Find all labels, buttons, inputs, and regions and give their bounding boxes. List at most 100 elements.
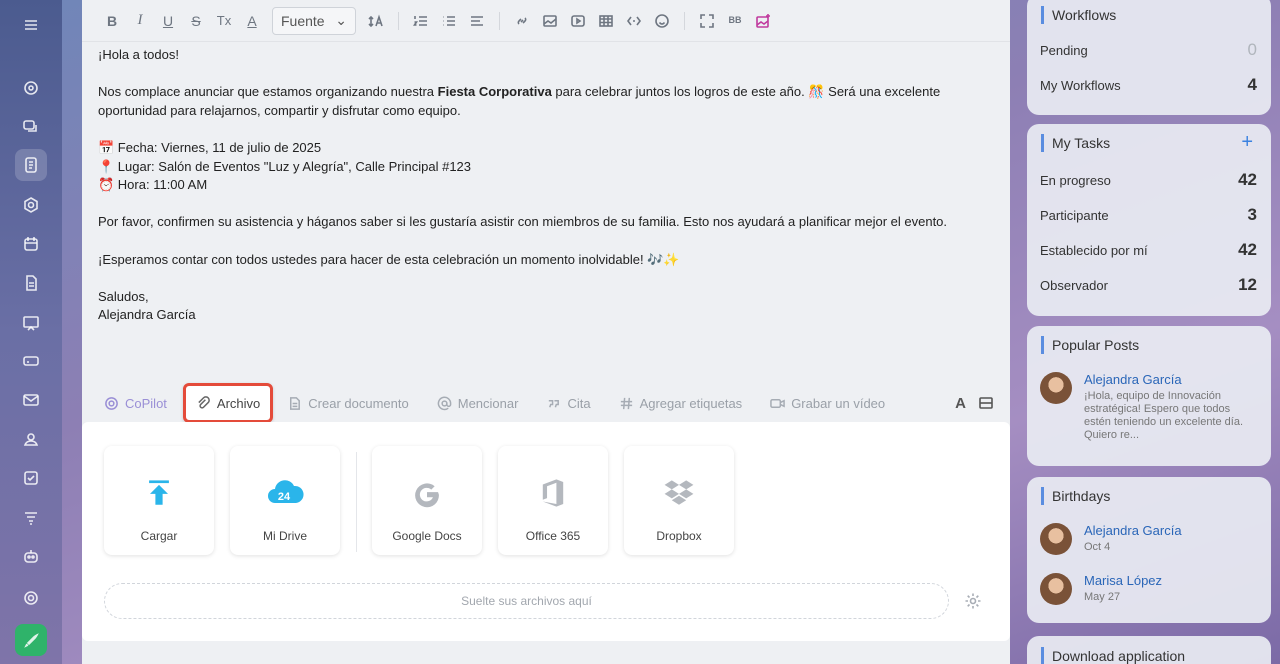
editor-text: Nos complace anunciar que estamos organi… — [98, 84, 438, 100]
editor-view-controls: A — [955, 395, 994, 412]
ai-image-icon[interactable] — [749, 7, 777, 35]
archivo-button[interactable]: Archivo — [182, 383, 274, 423]
robot-icon[interactable] — [15, 540, 47, 572]
widget-title[interactable]: My Tasks — [1041, 134, 1110, 152]
archivo-label: Archivo — [216, 395, 261, 411]
funnel-icon[interactable] — [15, 502, 47, 534]
workflow-row[interactable]: Pending 0 — [1040, 40, 1257, 60]
document-icon[interactable] — [15, 267, 47, 299]
mail-icon[interactable] — [15, 384, 47, 416]
align-icon[interactable] — [463, 7, 491, 35]
row-label: My Workflows — [1040, 77, 1121, 93]
underline-button[interactable]: U — [154, 7, 182, 35]
create-document-label: Crear documento — [308, 395, 409, 411]
upload-card-office-365[interactable]: Office 365 — [498, 446, 608, 555]
hexagon-icon[interactable] — [15, 189, 47, 221]
bbcode-button[interactable]: BB — [721, 7, 749, 35]
editor-line: ¡Esperamos contar con todos ustedes para… — [98, 251, 680, 267]
clear-format-button[interactable]: Tx — [210, 7, 238, 35]
task-row[interactable]: Establecido por mí 42 — [1040, 240, 1257, 260]
popular-post-item[interactable]: Alejandra García ¡Hola, equipo de Innova… — [1040, 372, 1254, 442]
code-icon[interactable] — [620, 7, 648, 35]
birthday-item[interactable]: Marisa López May 27 — [1040, 573, 1162, 605]
widget-title[interactable]: Download application — [1041, 647, 1185, 664]
at-icon — [437, 396, 452, 410]
settings-icon[interactable] — [15, 582, 47, 614]
row-count: 12 — [1238, 275, 1257, 294]
font-select[interactable]: Fuente ⌄ — [272, 6, 356, 35]
editor-line: Por favor, confirmen su asistencia y hág… — [98, 214, 948, 230]
birthday-date: Oct 4 — [1084, 541, 1111, 553]
editor-line: ⏰ Hora: 11:00 AM — [98, 177, 208, 193]
task-row[interactable]: En progreso 42 — [1040, 170, 1257, 190]
upload-card-google-docs[interactable]: Google Docs — [372, 446, 482, 555]
chat-icon[interactable] — [15, 111, 47, 143]
row-count: 42 — [1238, 170, 1257, 189]
workflow-row[interactable]: My Workflows 4 — [1040, 75, 1257, 95]
add-task-button[interactable]: + — [1241, 132, 1253, 152]
person-name[interactable]: Marisa López — [1084, 573, 1162, 588]
font-size-icon[interactable] — [362, 7, 390, 35]
birthday-item[interactable]: Alejandra García Oct 4 — [1040, 523, 1182, 555]
editor-bold-text: Fiesta Corporativa — [437, 84, 552, 100]
task-row[interactable]: Participante 3 — [1040, 205, 1257, 225]
emoji-icon[interactable] — [648, 7, 676, 35]
panel-toggle-icon[interactable] — [978, 395, 994, 411]
video-icon[interactable] — [564, 7, 592, 35]
bold-button[interactable]: B — [98, 7, 126, 35]
link-icon[interactable] — [508, 7, 536, 35]
bullet-list-icon[interactable] — [435, 7, 463, 35]
quote-button[interactable]: Cita — [546, 396, 591, 411]
upload-card-cargar[interactable]: Cargar — [104, 446, 214, 555]
create-document-button[interactable]: Crear documento — [287, 395, 409, 411]
table-icon[interactable] — [592, 7, 620, 35]
post-body[interactable]: ¡Hola a todos! Nos complace anunciar que… — [98, 46, 988, 325]
contacts-icon[interactable] — [15, 423, 47, 455]
calendar-icon[interactable] — [15, 228, 47, 260]
numbered-list-icon[interactable] — [407, 7, 435, 35]
copilot-icon[interactable] — [15, 72, 47, 104]
widget-title[interactable]: Workflows — [1041, 6, 1116, 24]
feed-icon[interactable] — [15, 149, 47, 181]
upload-card-label: Cargar — [140, 529, 178, 543]
editor-line: 📅 Fecha: Viernes, 11 de julio de 2025 — [98, 139, 322, 155]
widget-title[interactable]: Popular Posts — [1041, 336, 1139, 354]
row-label: Establecido por mí — [1040, 242, 1148, 258]
upload-card-mi-drive[interactable]: 24 Mi Drive — [230, 446, 340, 555]
font-toggle-button[interactable]: A — [955, 395, 966, 412]
row-label: Observador — [1040, 277, 1108, 293]
office-icon — [533, 473, 573, 513]
text-color-button[interactable]: A — [238, 7, 266, 35]
rocket-icon[interactable] — [15, 624, 47, 656]
attachment-bar: CoPilot Archivo Crear documento Menciona… — [82, 383, 1010, 423]
copilot-icon — [105, 396, 118, 410]
tasks-icon[interactable] — [15, 462, 47, 494]
editor-line — [98, 120, 988, 139]
mention-button[interactable]: Mencionar — [437, 396, 518, 411]
person-name[interactable]: Alejandra García — [1084, 523, 1182, 538]
editor-line: 📍 Lugar: Salón de Eventos "Luz y Alegría… — [98, 158, 472, 174]
editor-line: Saludos, — [98, 288, 149, 304]
fullscreen-icon[interactable] — [693, 7, 721, 35]
drive-icon[interactable] — [15, 345, 47, 377]
record-video-button[interactable]: Grabar un vídeo — [770, 396, 885, 411]
add-tags-label: Agregar etiquetas — [639, 395, 743, 411]
avatar — [1040, 523, 1072, 555]
post-excerpt: ¡Hola, equipo de Innovación estratégica!… — [1084, 390, 1244, 441]
copilot-button[interactable]: CoPilot — [104, 396, 167, 411]
gear-icon[interactable] — [964, 592, 982, 610]
strikethrough-button[interactable]: S — [182, 7, 210, 35]
dropbox-icon — [659, 473, 699, 513]
quote-icon — [549, 399, 560, 407]
add-tags-button[interactable]: Agregar etiquetas — [619, 395, 743, 411]
file-dropzone[interactable]: Suelte sus archivos aquí — [104, 583, 949, 619]
upload-card-dropbox[interactable]: Dropbox — [624, 446, 734, 555]
menu-icon[interactable] — [15, 9, 47, 41]
presentation-icon[interactable] — [15, 307, 47, 339]
image-icon[interactable] — [536, 7, 564, 35]
task-row[interactable]: Observador 12 — [1040, 275, 1257, 295]
italic-button[interactable]: I — [126, 7, 154, 35]
document-icon — [290, 396, 301, 410]
post-author[interactable]: Alejandra García — [1084, 372, 1254, 387]
widget-title[interactable]: Birthdays — [1041, 487, 1110, 505]
